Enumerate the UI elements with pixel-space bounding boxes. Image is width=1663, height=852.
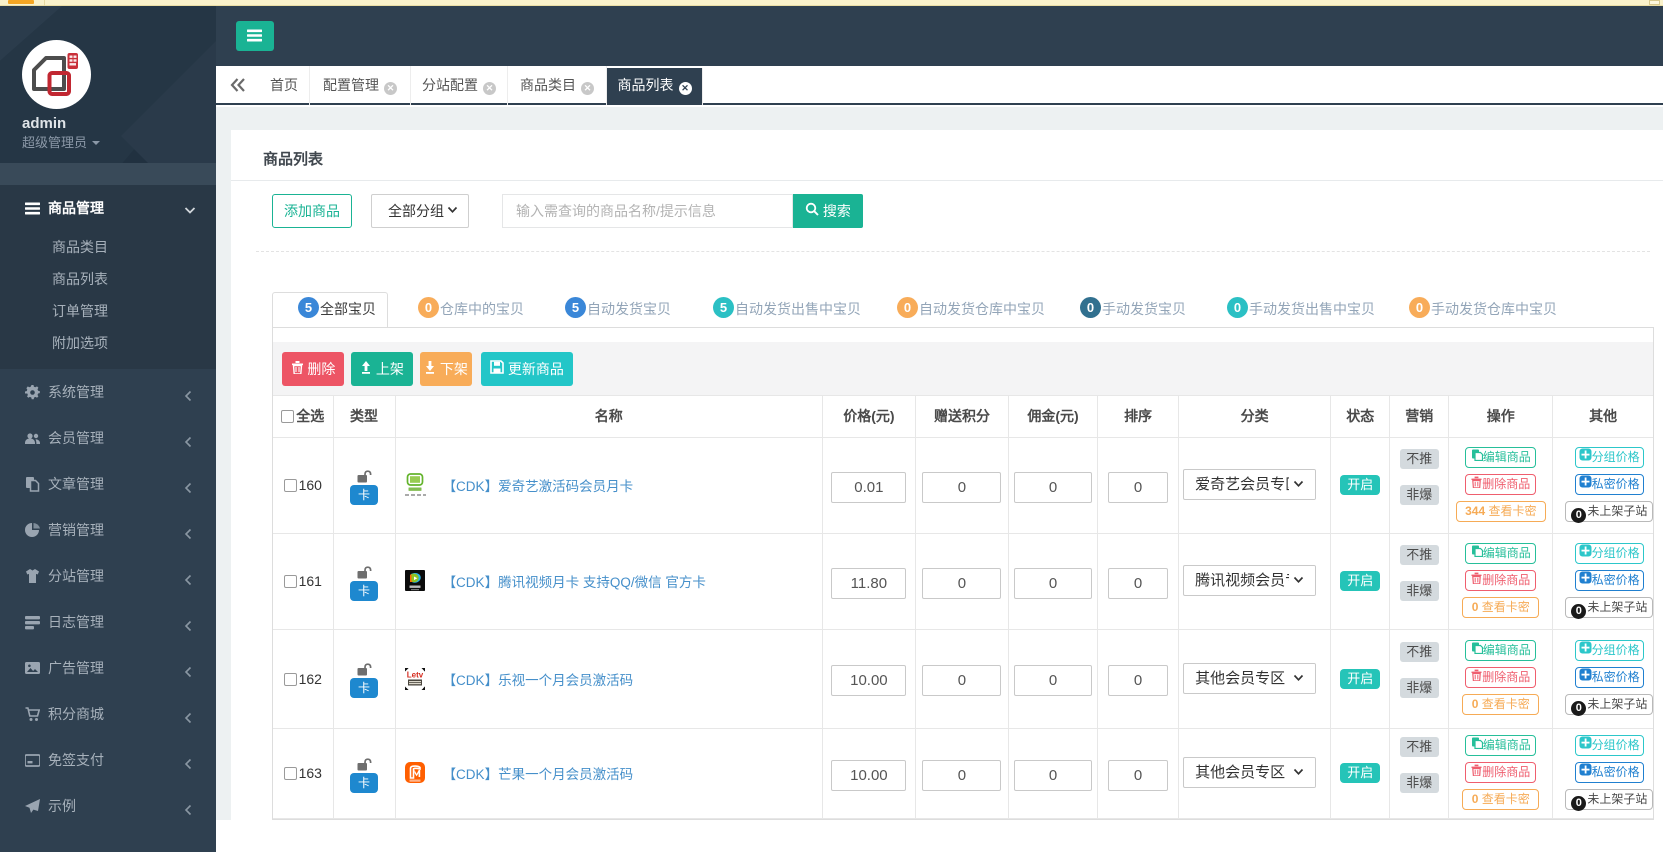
svg-text:Letv: Letv: [406, 670, 423, 679]
